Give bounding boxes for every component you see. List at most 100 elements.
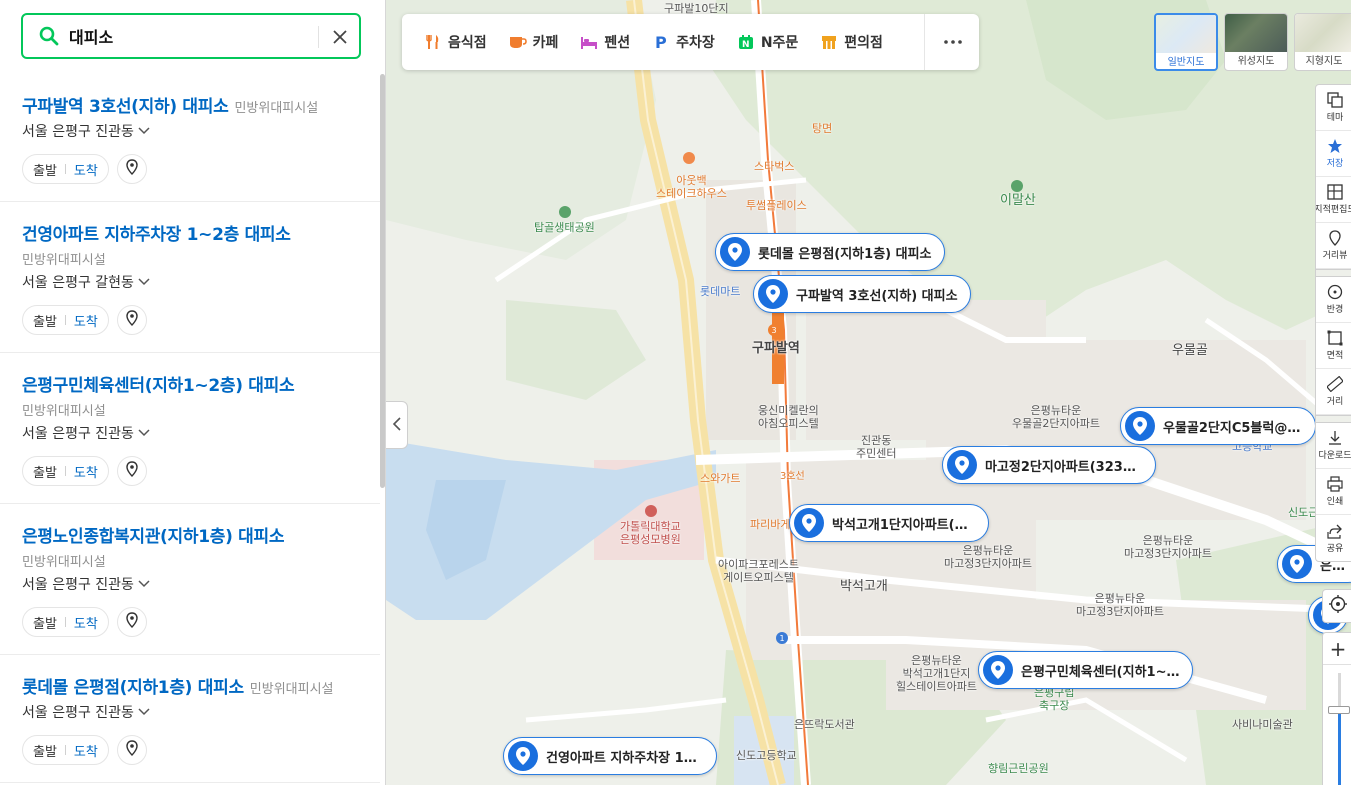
- map-label-imalsan[interactable]: 이말산: [1000, 194, 1036, 207]
- map-label-twosome[interactable]: 투썸플레이스: [746, 199, 807, 212]
- arrive-button[interactable]: 도착: [74, 613, 98, 632]
- result-title-link[interactable]: 은평구민체육센터(지하1~2층) 대피소: [22, 371, 358, 396]
- category-parking[interactable]: P 주차장: [652, 32, 715, 52]
- map-label-umul2[interactable]: 은평뉴타운 우물골2단지아파트: [1012, 404, 1100, 430]
- print-button[interactable]: 인쇄: [1316, 469, 1351, 515]
- result-item[interactable]: 은평구민체육센터(지하1~2층) 대피소 민방위대피시설 서울 은평구 진관동 출발 도…: [0, 353, 380, 504]
- more-categories-icon[interactable]: [942, 32, 964, 52]
- area-button[interactable]: 면적: [1316, 323, 1351, 369]
- result-item[interactable]: 은평노인종합복지관(지하1층) 대피소 민방위대피시설 서울 은평구 진관동 출발 도착: [0, 504, 380, 655]
- category-coffee-cup[interactable]: 카페: [509, 32, 558, 52]
- zoom-slider-handle[interactable]: [1328, 706, 1350, 714]
- map-label-lottemart[interactable]: 롯데마트: [700, 285, 740, 298]
- show-on-map-button[interactable]: [116, 735, 147, 765]
- shelter-marker-gupabal[interactable]: 구파발역 3호선(지하) 대피소: [753, 275, 971, 313]
- show-on-map-button[interactable]: [116, 154, 147, 184]
- result-address-toggle[interactable]: 서울 은평구 진관동: [22, 574, 358, 594]
- map-label-sindo-high[interactable]: 신도고등학교: [736, 749, 797, 762]
- theme-button[interactable]: 테마: [1316, 85, 1351, 131]
- map-label-catholic-hospital[interactable]: 가톨릭대학교 은평성모병원: [620, 520, 681, 546]
- result-scrollbar[interactable]: [380, 74, 385, 488]
- tool-divider: [1316, 269, 1351, 277]
- map-label-mago3-b[interactable]: 은평뉴타운 마고정3단지아파트: [1124, 534, 1212, 560]
- result-title-link[interactable]: 은평노인종합복지관(지하1층) 대피소: [22, 522, 358, 547]
- result-title-link[interactable]: 건영아파트 지하주차장 1~2층 대피소: [22, 220, 358, 245]
- mountain-poi-icon[interactable]: [1011, 180, 1023, 192]
- map-label-library[interactable]: 은뜨락도서관: [794, 718, 855, 731]
- park-poi-icon[interactable]: [559, 206, 571, 218]
- map-label-tapgol[interactable]: 탑골생태공원: [534, 221, 595, 234]
- map-label-paris[interactable]: 파리바게: [750, 518, 790, 531]
- depart-button[interactable]: 출발: [33, 462, 57, 481]
- save-button[interactable]: 저장: [1316, 131, 1351, 177]
- shelter-marker-mago2[interactable]: 마고정2단지아파트(323~33...: [942, 446, 1156, 484]
- map-label-starbucks[interactable]: 스타벅스: [754, 160, 794, 173]
- map-canvas[interactable]: 구파발10단지 탕면 스타벅스 아웃백 스테이크하우스 투썸플레이스 이말산 탑…: [386, 0, 1351, 785]
- map-type-satellite[interactable]: 위성지도: [1224, 13, 1288, 71]
- map-label-sabina[interactable]: 사비나미술관: [1232, 718, 1293, 731]
- zoom-in-button[interactable]: +: [1323, 633, 1351, 665]
- show-on-map-button[interactable]: [116, 305, 147, 335]
- shelter-marker-bakseok1[interactable]: 박석고개1단지아파트(101~...: [789, 504, 989, 542]
- result-address-toggle[interactable]: 서울 은평구 갈현동: [22, 272, 358, 292]
- street-view-button[interactable]: 거리뷰: [1316, 223, 1351, 269]
- shelter-marker-geonyoung[interactable]: 건영아파트 지하주차장 1~2...: [503, 737, 717, 775]
- route-divider: [64, 745, 66, 755]
- result-item[interactable]: 롯데몰 은평점(지하1층) 대피소 민방위대피시설 서울 은평구 진관동 출발 도착: [0, 655, 380, 783]
- radius-icon: [1327, 284, 1343, 300]
- depart-button[interactable]: 출발: [33, 613, 57, 632]
- result-category: 민방위대피시설: [22, 253, 106, 268]
- result-address-toggle[interactable]: 서울 은평구 진관동: [22, 702, 358, 722]
- hospital-poi-icon[interactable]: [645, 505, 657, 517]
- depart-button[interactable]: 출발: [33, 741, 57, 760]
- result-title-link[interactable]: 롯데몰 은평점(지하1층) 대피소: [22, 678, 244, 698]
- download-button[interactable]: 다운로드: [1316, 423, 1351, 469]
- cadastral-map-button[interactable]: 지적편집도: [1316, 177, 1351, 223]
- clear-search-icon[interactable]: [327, 24, 353, 50]
- result-item[interactable]: 건영아파트 지하주차장 1~2층 대피소민방위대피시설서울 은평구 갈현동출발 도…: [0, 202, 380, 353]
- show-on-map-button[interactable]: [116, 456, 147, 486]
- map-label-ungsin[interactable]: 웅신미켈란의 아침오피스텔: [758, 404, 819, 430]
- shelter-marker-umulgol[interactable]: 우물골2단지C5블럭@(204...: [1120, 407, 1316, 445]
- category-store[interactable]: 편의점: [820, 32, 883, 52]
- terrain-map-thumbnail: [1295, 14, 1351, 52]
- category-bed[interactable]: 펜션: [580, 32, 630, 52]
- arrive-button[interactable]: 도착: [74, 311, 98, 330]
- collapse-panel-button[interactable]: [386, 401, 408, 449]
- map-label-ipark[interactable]: 아이파크포레스트 게이트오피스텔: [718, 558, 799, 584]
- arrive-button[interactable]: 도착: [74, 160, 98, 179]
- map-type-normal[interactable]: 일반지도: [1154, 13, 1218, 71]
- map-label-swagart[interactable]: 스와가트: [700, 472, 740, 485]
- arrive-button[interactable]: 도착: [74, 462, 98, 481]
- category-n-order[interactable]: N N주문: [737, 32, 798, 52]
- share-button[interactable]: 공유: [1316, 515, 1351, 561]
- map-label-outback[interactable]: 아웃백 스테이크하우스: [656, 174, 727, 200]
- map-label-tangmyeon[interactable]: 탕면: [812, 122, 832, 135]
- result-address: 서울 은평구 진관동: [22, 705, 134, 721]
- map-label-jingwan-center[interactable]: 진관동 주민센터: [856, 434, 896, 460]
- map-label-mago3-a[interactable]: 은평뉴타운 마고정3단지아파트: [944, 544, 1032, 570]
- result-address-toggle[interactable]: 서울 은평구 진관동: [22, 121, 358, 141]
- shelter-marker-sports-center[interactable]: 은평구민체육센터(지하1~2...: [978, 651, 1193, 689]
- category-label: 펜션: [604, 35, 631, 51]
- depart-button[interactable]: 출발: [33, 160, 57, 179]
- current-location-button[interactable]: [1322, 589, 1351, 623]
- arrive-button[interactable]: 도착: [74, 741, 98, 760]
- search-input[interactable]: [69, 23, 309, 49]
- category-fork-knife[interactable]: 음식점: [424, 32, 487, 52]
- map-label-hyangnim[interactable]: 향림근린공원: [988, 762, 1049, 775]
- show-on-map-button[interactable]: [116, 607, 147, 637]
- radius-button[interactable]: 반경: [1316, 277, 1351, 323]
- map-label-eunpyeong-field[interactable]: 은평구립 축구장: [1034, 686, 1074, 712]
- map-label-newtown-hills[interactable]: 은평뉴타운 박석고개1단지 힐스테이트아파트: [896, 654, 977, 693]
- result-address-toggle[interactable]: 서울 은평구 진관동: [22, 423, 358, 443]
- map-label-mago3-c[interactable]: 은평뉴타운 마고정3단지아파트: [1076, 592, 1164, 618]
- shelter-marker-lottemall[interactable]: 롯데몰 은평점(지하1층) 대피소: [715, 233, 945, 271]
- result-title-link[interactable]: 구파발역 3호선(지하) 대피소: [22, 97, 229, 117]
- map-type-terrain[interactable]: 지형지도: [1294, 13, 1351, 71]
- depart-button[interactable]: 출발: [33, 311, 57, 330]
- map-label-gupabal-station[interactable]: 구파발역: [752, 342, 800, 355]
- restaurant-poi-icon[interactable]: [683, 152, 695, 164]
- result-item[interactable]: 구파발역 3호선(지하) 대피소 민방위대피시설 서울 은평구 진관동 출발 도착: [0, 74, 380, 202]
- distance-button[interactable]: 거리: [1316, 369, 1351, 415]
